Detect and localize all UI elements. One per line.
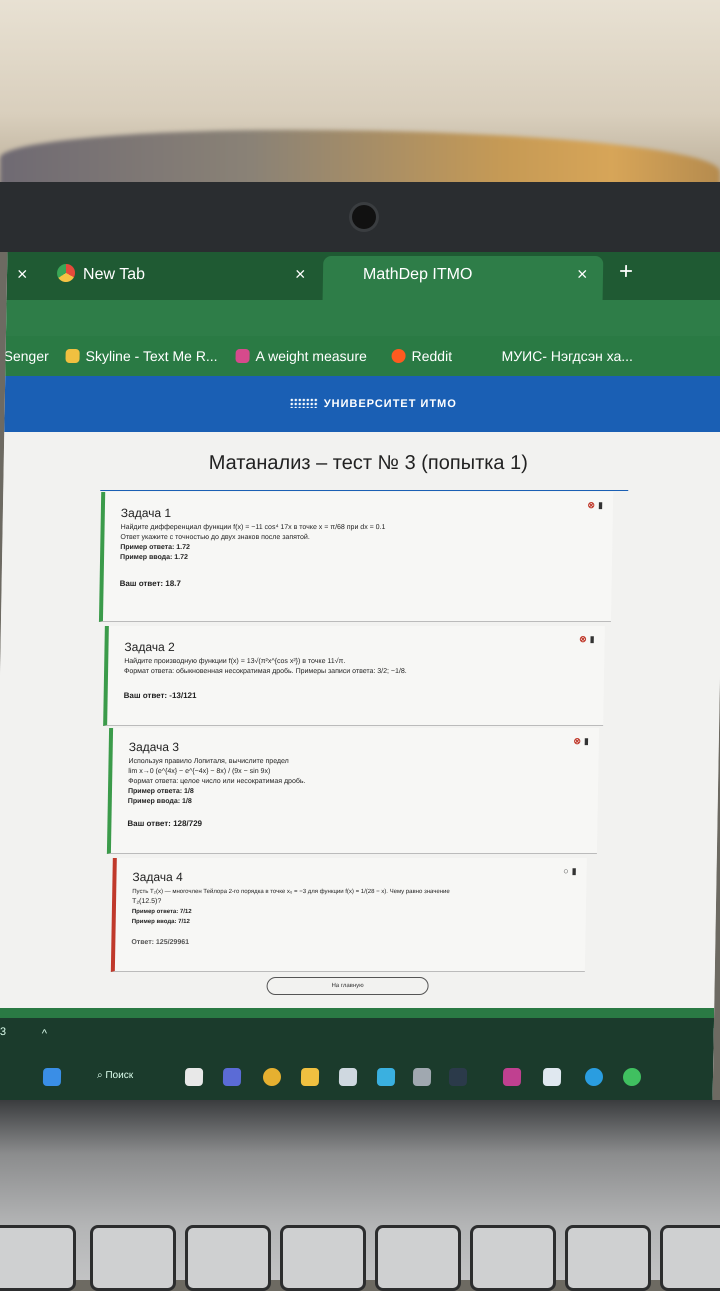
task-view-icon[interactable] xyxy=(184,1068,204,1086)
taskbar-left-label: р3 xyxy=(0,1026,7,1038)
task-title: Задача 3 xyxy=(128,740,180,754)
document-icon[interactable]: ▮ xyxy=(584,736,589,746)
close-tab-icon[interactable]: × xyxy=(577,264,588,285)
logo-text: УНИВЕРСИТЕТ ИТМО xyxy=(323,398,457,410)
task-card-1: Задача 1 Найдите дифференциал функции f(… xyxy=(98,492,614,622)
bookmark-label: Skyline - Text Me R... xyxy=(85,348,218,364)
windows-taskbar: р3 ^ ⌕ Поиск xyxy=(0,1018,715,1100)
tab-new-tab[interactable]: New Tab xyxy=(56,264,146,284)
file-explorer-icon[interactable] xyxy=(300,1068,320,1086)
task-status-icons: ⊗ ▮ xyxy=(587,500,603,511)
wrong-icon: ⊗ xyxy=(573,736,581,746)
keyboard-key xyxy=(470,1225,556,1291)
example-answer: Пример ответа: 1/8 xyxy=(127,788,194,795)
task-status-icons: ⊗ ▮ xyxy=(573,736,589,747)
task-title: Задача 4 xyxy=(132,870,183,884)
keyboard-key xyxy=(185,1225,271,1291)
your-answer: Ваш ответ: 128/729 xyxy=(127,819,203,828)
document-icon[interactable]: ▮ xyxy=(590,634,595,644)
bookmark-reddit[interactable]: Reddit xyxy=(391,348,452,364)
bookmark-label: Reddit xyxy=(411,348,453,364)
title-divider xyxy=(100,490,629,491)
word-icon[interactable] xyxy=(542,1068,562,1086)
task-statement: Формат ответа: обыкновенная несократимая… xyxy=(124,668,407,675)
task-title: Задача 1 xyxy=(120,506,172,520)
page-title: Матанализ – тест № 3 (попытка 1) xyxy=(208,452,529,474)
itmo-logo-icon xyxy=(289,398,318,408)
task-statement: Пусть T₂(x) — многочлен Тейлора 2-го пор… xyxy=(132,889,450,895)
new-tab-button[interactable]: + xyxy=(619,258,633,286)
close-tab-icon[interactable]: × xyxy=(17,264,28,285)
edge-icon[interactable] xyxy=(376,1068,396,1086)
app-icon[interactable] xyxy=(222,1068,242,1086)
close-tab-icon[interactable]: × xyxy=(295,264,306,285)
document-icon[interactable]: ▮ xyxy=(598,500,603,510)
keyboard-key xyxy=(375,1225,461,1291)
site-header: УНИВЕРСИТЕТ ИТМО xyxy=(4,376,720,432)
your-answer: Ответ: 125/29961 xyxy=(131,939,190,946)
your-answer: Ваш ответ: -13/121 xyxy=(123,691,197,700)
task-statement: Используя правило Лопиталя, вычислите пр… xyxy=(128,758,289,765)
app-icon[interactable] xyxy=(622,1068,642,1086)
laptop-screen: × New Tab × MathDep ITMO × + Senger Skyl… xyxy=(0,252,720,1100)
task-status-icons: ⊗ ▮ xyxy=(579,634,595,645)
instagram-icon xyxy=(235,349,250,363)
keyboard-key xyxy=(280,1225,366,1291)
document-icon[interactable]: ▮ xyxy=(572,866,577,876)
wrong-icon: ⊗ xyxy=(587,500,596,510)
keyboard-key xyxy=(565,1225,651,1291)
chrome-icon xyxy=(56,264,76,282)
task-card-4: Задача 4 Пусть T₂(x) — многочлен Тейлора… xyxy=(110,858,587,972)
itmo-logo[interactable]: УНИВЕРСИТЕТ ИТМО xyxy=(289,398,457,410)
wrong-icon: ⊗ xyxy=(579,634,587,644)
keyboard-key xyxy=(90,1225,176,1291)
example-input: Пример ввода: 7/12 xyxy=(131,919,190,925)
app-icon[interactable] xyxy=(502,1068,522,1086)
bookmark-senger[interactable]: Senger xyxy=(3,348,48,364)
bookmark-muis[interactable]: МУИС- Нэгдсэн ха... xyxy=(501,348,633,364)
app-icon[interactable] xyxy=(338,1068,358,1086)
taskbar-search[interactable]: ⌕ Поиск xyxy=(97,1070,133,1081)
tab-new-tab-label: New Tab xyxy=(82,266,146,283)
bookmark-label: A weight measure xyxy=(255,348,368,364)
task-statement: Ответ укажите с точностью до двух знаков… xyxy=(120,534,310,541)
bars-icon xyxy=(65,349,80,363)
bookmark-weight-measure[interactable]: A weight measure xyxy=(235,348,367,364)
limit-expression: lim x→0 (e^{4x} − e^{−4x} − 8x) / (9x − … xyxy=(128,768,271,775)
example-answer: Пример ответа: 7/12 xyxy=(131,909,192,915)
task-title: Задача 2 xyxy=(124,640,175,654)
search-label: Поиск xyxy=(105,1070,134,1081)
task-statement: Найдите производную функции f(x) = 13√(π… xyxy=(124,658,346,665)
test-page: Матанализ – тест № 3 (попытка 1) Задача … xyxy=(0,432,720,1100)
your-answer: Ваш ответ: 18.7 xyxy=(119,579,181,588)
example-input: Пример ввода: 1.72 xyxy=(120,554,188,561)
task-card-2: Задача 2 Найдите производную функции f(x… xyxy=(103,626,605,726)
keyboard-key xyxy=(660,1225,720,1291)
windows-start-icon[interactable] xyxy=(42,1068,62,1086)
reddit-icon xyxy=(391,349,406,363)
chrome-taskbar-icon[interactable] xyxy=(262,1068,282,1086)
task-card-3: Задача 3 Используя правило Лопиталя, выч… xyxy=(106,728,600,854)
example-answer: Пример ответа: 1.72 xyxy=(120,544,190,551)
telegram-icon[interactable] xyxy=(584,1068,604,1086)
task-statement: T₂(12.5)? xyxy=(132,898,162,905)
tab-mathdep-itmo[interactable]: MathDep ITMO × xyxy=(322,256,604,300)
home-button[interactable]: На главную xyxy=(266,977,429,995)
webcam xyxy=(352,205,376,229)
browser-tab-bar: × New Tab × MathDep ITMO × + xyxy=(6,252,720,300)
address-bar[interactable] xyxy=(5,300,720,336)
circle-icon: ○ xyxy=(563,866,569,876)
example-input: Пример ввода: 1/8 xyxy=(127,798,192,805)
steam-icon[interactable] xyxy=(448,1068,468,1086)
keyboard-key xyxy=(0,1225,76,1291)
chevron-up-icon[interactable]: ^ xyxy=(42,1028,47,1040)
tab-mathdep-label: MathDep ITMO xyxy=(362,266,473,283)
task-status-icons: ○ ▮ xyxy=(563,866,577,877)
bookmark-skyline[interactable]: Skyline - Text Me R... xyxy=(65,348,218,364)
bookmarks-bar: Senger Skyline - Text Me R... A weight m… xyxy=(3,336,720,376)
task-statement: Найдите дифференциал функции f(x) = −11 … xyxy=(120,524,386,531)
app-icon[interactable] xyxy=(412,1068,432,1086)
task-statement: Формат ответа: целое число или несократи… xyxy=(128,778,306,785)
